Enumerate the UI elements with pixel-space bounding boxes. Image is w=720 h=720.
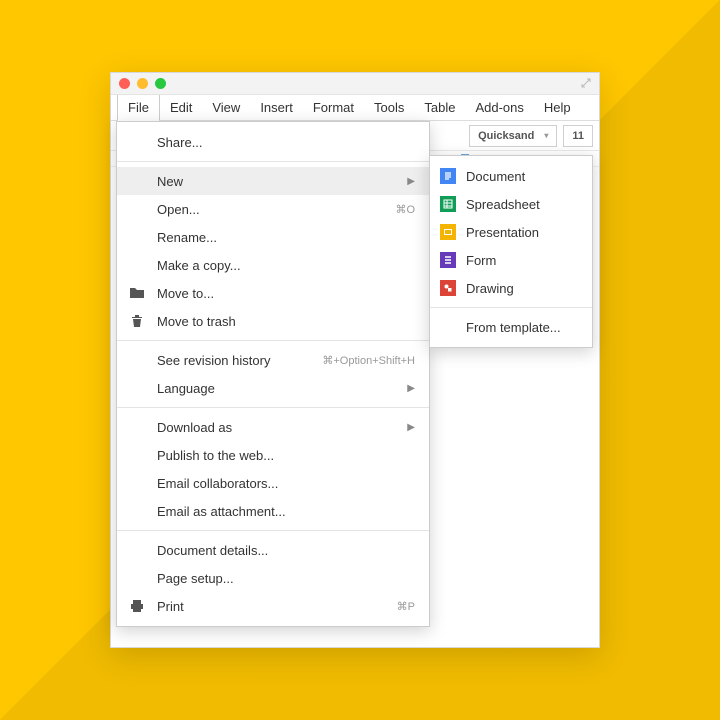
submenu-label: Document	[466, 169, 525, 184]
new-submenu: Document Spreadsheet Presentation Form D…	[429, 155, 593, 348]
separator	[117, 340, 429, 341]
menuitem-label: Language	[157, 381, 215, 396]
menu-file[interactable]: File	[117, 95, 160, 120]
menu-view[interactable]: View	[202, 95, 250, 120]
submenu-drawing[interactable]: Drawing	[430, 274, 592, 302]
menuitem-language[interactable]: Language ▶	[117, 374, 429, 402]
font-selector[interactable]: Quicksand ▾	[469, 125, 557, 147]
submenu-label: Drawing	[466, 281, 514, 296]
menuitem-label: Move to trash	[157, 314, 236, 329]
zoom-window-icon[interactable]	[155, 78, 166, 89]
window-controls	[119, 78, 166, 89]
separator	[117, 161, 429, 162]
fullscreen-icon[interactable]	[581, 78, 591, 88]
menu-tools[interactable]: Tools	[364, 95, 414, 120]
submenu-arrow-icon: ▶	[407, 176, 415, 187]
document-icon	[440, 168, 456, 184]
close-window-icon[interactable]	[119, 78, 130, 89]
font-size-label: 11	[572, 130, 584, 142]
presentation-icon	[440, 224, 456, 240]
menuitem-label: Print	[157, 599, 184, 614]
menu-format[interactable]: Format	[303, 95, 364, 120]
menuitem-label: Page setup...	[157, 571, 234, 586]
font-name-label: Quicksand	[478, 130, 534, 142]
menu-edit[interactable]: Edit	[160, 95, 202, 120]
menuitem-open[interactable]: Open... ⌘O	[117, 195, 429, 223]
menuitem-label: Open...	[157, 202, 200, 217]
menuitem-document-details[interactable]: Document details...	[117, 536, 429, 564]
shortcut-label: ⌘+Option+Shift+H	[322, 354, 415, 367]
trash-icon	[129, 313, 145, 329]
menuitem-label: Rename...	[157, 230, 217, 245]
submenu-from-template[interactable]: From template...	[430, 313, 592, 341]
menuitem-label: Make a copy...	[157, 258, 241, 273]
menubar: File Edit View Insert Format Tools Table…	[111, 95, 599, 121]
menuitem-label: Download as	[157, 420, 232, 435]
separator	[430, 307, 592, 308]
menuitem-label: Email collaborators...	[157, 476, 278, 491]
submenu-spreadsheet[interactable]: Spreadsheet	[430, 190, 592, 218]
file-menu-dropdown: Share... New ▶ Open... ⌘O Rename... Make…	[116, 121, 430, 627]
menu-insert[interactable]: Insert	[250, 95, 303, 120]
menuitem-download-as[interactable]: Download as ▶	[117, 413, 429, 441]
submenu-form[interactable]: Form	[430, 246, 592, 274]
shortcut-label: ⌘P	[397, 600, 415, 613]
submenu-label: Form	[466, 253, 496, 268]
submenu-arrow-icon: ▶	[407, 383, 415, 394]
menuitem-label: See revision history	[157, 353, 270, 368]
menuitem-make-copy[interactable]: Make a copy...	[117, 251, 429, 279]
menuitem-page-setup[interactable]: Page setup...	[117, 564, 429, 592]
font-size-selector[interactable]: 11	[563, 125, 593, 147]
minimize-window-icon[interactable]	[137, 78, 148, 89]
menuitem-move-to-trash[interactable]: Move to trash	[117, 307, 429, 335]
menuitem-move-to[interactable]: Move to...	[117, 279, 429, 307]
menuitem-label: Share...	[157, 135, 203, 150]
submenu-label: Spreadsheet	[466, 197, 540, 212]
menuitem-label: New	[157, 174, 183, 189]
menuitem-email-collaborators[interactable]: Email collaborators...	[117, 469, 429, 497]
drawing-icon	[440, 280, 456, 296]
menu-help[interactable]: Help	[534, 95, 581, 120]
menuitem-label: Move to...	[157, 286, 214, 301]
menuitem-label: Document details...	[157, 543, 268, 558]
form-icon	[440, 252, 456, 268]
menu-addons[interactable]: Add-ons	[465, 95, 533, 120]
menuitem-print[interactable]: Print ⌘P	[117, 592, 429, 620]
menuitem-new[interactable]: New ▶	[117, 167, 429, 195]
folder-icon	[129, 285, 145, 301]
print-icon	[129, 598, 145, 614]
chevron-down-icon: ▾	[544, 131, 548, 140]
shortcut-label: ⌘O	[395, 203, 415, 216]
menuitem-revision-history[interactable]: See revision history ⌘+Option+Shift+H	[117, 346, 429, 374]
menuitem-email-attachment[interactable]: Email as attachment...	[117, 497, 429, 525]
app-window: File Edit View Insert Format Tools Table…	[110, 72, 600, 648]
submenu-document[interactable]: Document	[430, 162, 592, 190]
menuitem-rename[interactable]: Rename...	[117, 223, 429, 251]
menuitem-label: Publish to the web...	[157, 448, 274, 463]
spreadsheet-icon	[440, 196, 456, 212]
titlebar	[111, 73, 599, 95]
menuitem-share[interactable]: Share...	[117, 128, 429, 156]
submenu-label: Presentation	[466, 225, 539, 240]
submenu-arrow-icon: ▶	[407, 422, 415, 433]
submenu-label: From template...	[466, 320, 561, 335]
separator	[117, 407, 429, 408]
separator	[117, 530, 429, 531]
submenu-presentation[interactable]: Presentation	[430, 218, 592, 246]
menuitem-label: Email as attachment...	[157, 504, 286, 519]
menuitem-publish-web[interactable]: Publish to the web...	[117, 441, 429, 469]
menu-table[interactable]: Table	[414, 95, 465, 120]
